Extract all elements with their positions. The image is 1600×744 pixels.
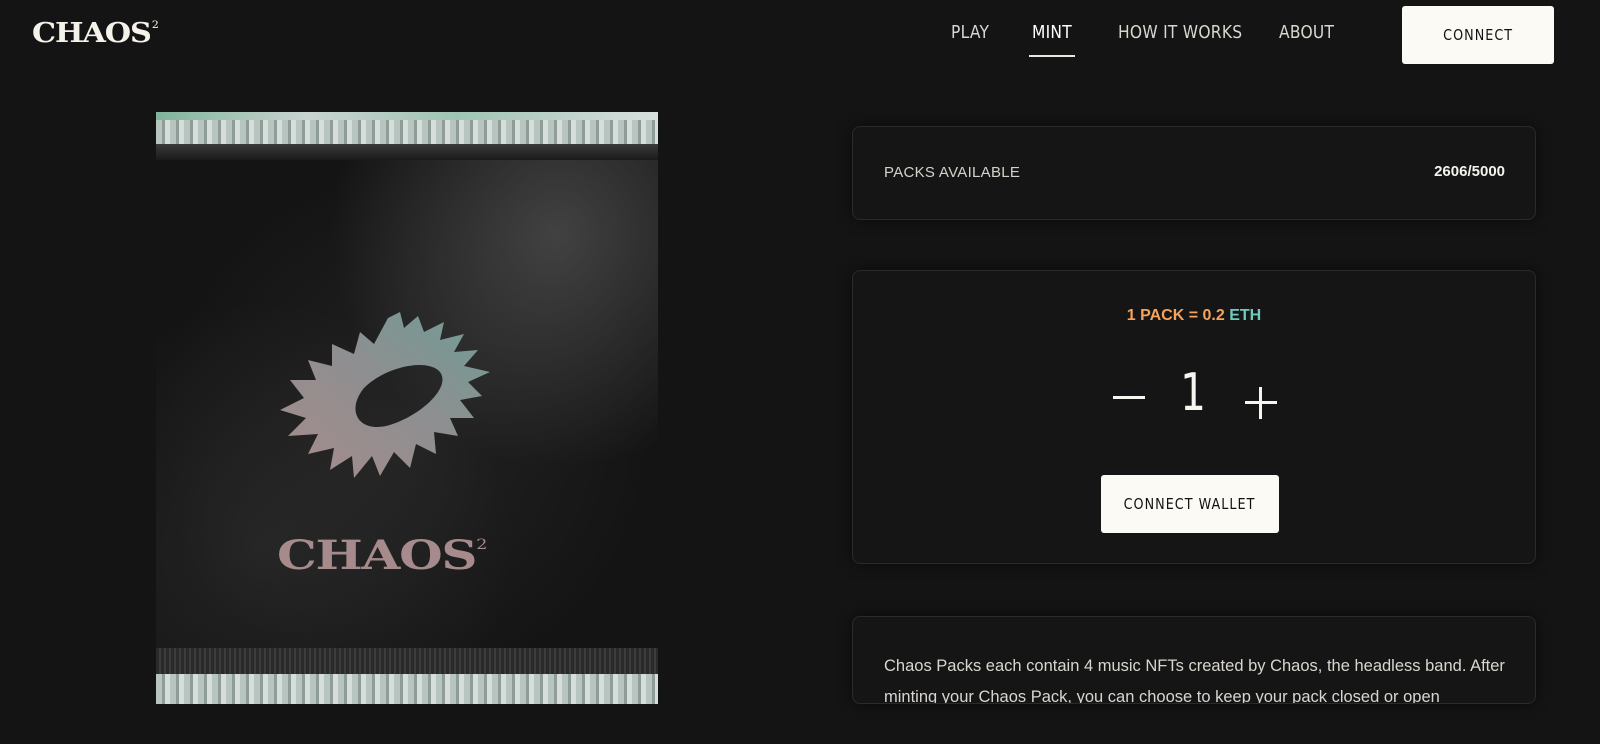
quantity-value: 1 bbox=[1180, 363, 1206, 423]
logo-text[interactable]: CHAOS bbox=[32, 18, 152, 49]
packs-available-label: PACKS AVAILABLE bbox=[884, 164, 1021, 181]
pack-bottom-crimp bbox=[156, 648, 658, 704]
packs-available-card: PACKS AVAILABLE 2606/5000 bbox=[852, 126, 1536, 220]
packs-available-value: 2606/5000 bbox=[1434, 163, 1505, 180]
pack-wordmark-mark: 2 bbox=[476, 537, 487, 553]
price-currency: ETH bbox=[1229, 307, 1262, 324]
nav-about[interactable]: ABOUT bbox=[1279, 22, 1334, 48]
connect-button-label: CONNECT bbox=[1443, 26, 1513, 44]
pack-price: 1 PACK = 0.2 ETH bbox=[853, 307, 1535, 325]
description-card: Chaos Packs each contain 4 music NFTs cr… bbox=[852, 616, 1536, 704]
mint-card: 1 PACK = 0.2 ETH 1 CONNECT WALLET bbox=[852, 270, 1536, 564]
pack-body: CHAOS2 bbox=[156, 160, 658, 648]
nav-mint[interactable]: MINT bbox=[1032, 22, 1072, 48]
top-header: CHAOS2 PLAY MINT HOW IT WORKS ABOUT CONN… bbox=[0, 0, 1600, 72]
plus-icon[interactable] bbox=[1241, 383, 1281, 423]
pack-wordmark-text: CHAOS bbox=[277, 532, 478, 579]
description-text: Chaos Packs each contain 4 music NFTs cr… bbox=[884, 657, 1505, 704]
nav-how-it-works[interactable]: HOW IT WORKS bbox=[1118, 22, 1242, 48]
connect-wallet-label: CONNECT WALLET bbox=[1124, 495, 1256, 513]
nav-active-underline bbox=[1029, 55, 1075, 57]
logo-mark: 2 bbox=[151, 20, 159, 31]
pack-wordmark: CHAOS2 bbox=[277, 532, 487, 579]
chaos-pack-image: CHAOS2 bbox=[156, 112, 658, 704]
connect-button[interactable]: CONNECT bbox=[1402, 6, 1554, 64]
minus-icon[interactable] bbox=[1109, 377, 1149, 417]
nav-play[interactable]: PLAY bbox=[951, 22, 989, 48]
connect-wallet-button[interactable]: CONNECT WALLET bbox=[1101, 475, 1279, 533]
chaos-splash-emblem bbox=[280, 312, 490, 478]
price-amount: 1 PACK = 0.2 bbox=[1126, 307, 1225, 324]
pack-top-crimp bbox=[156, 112, 658, 160]
site-logo[interactable]: CHAOS2 bbox=[32, 18, 159, 49]
